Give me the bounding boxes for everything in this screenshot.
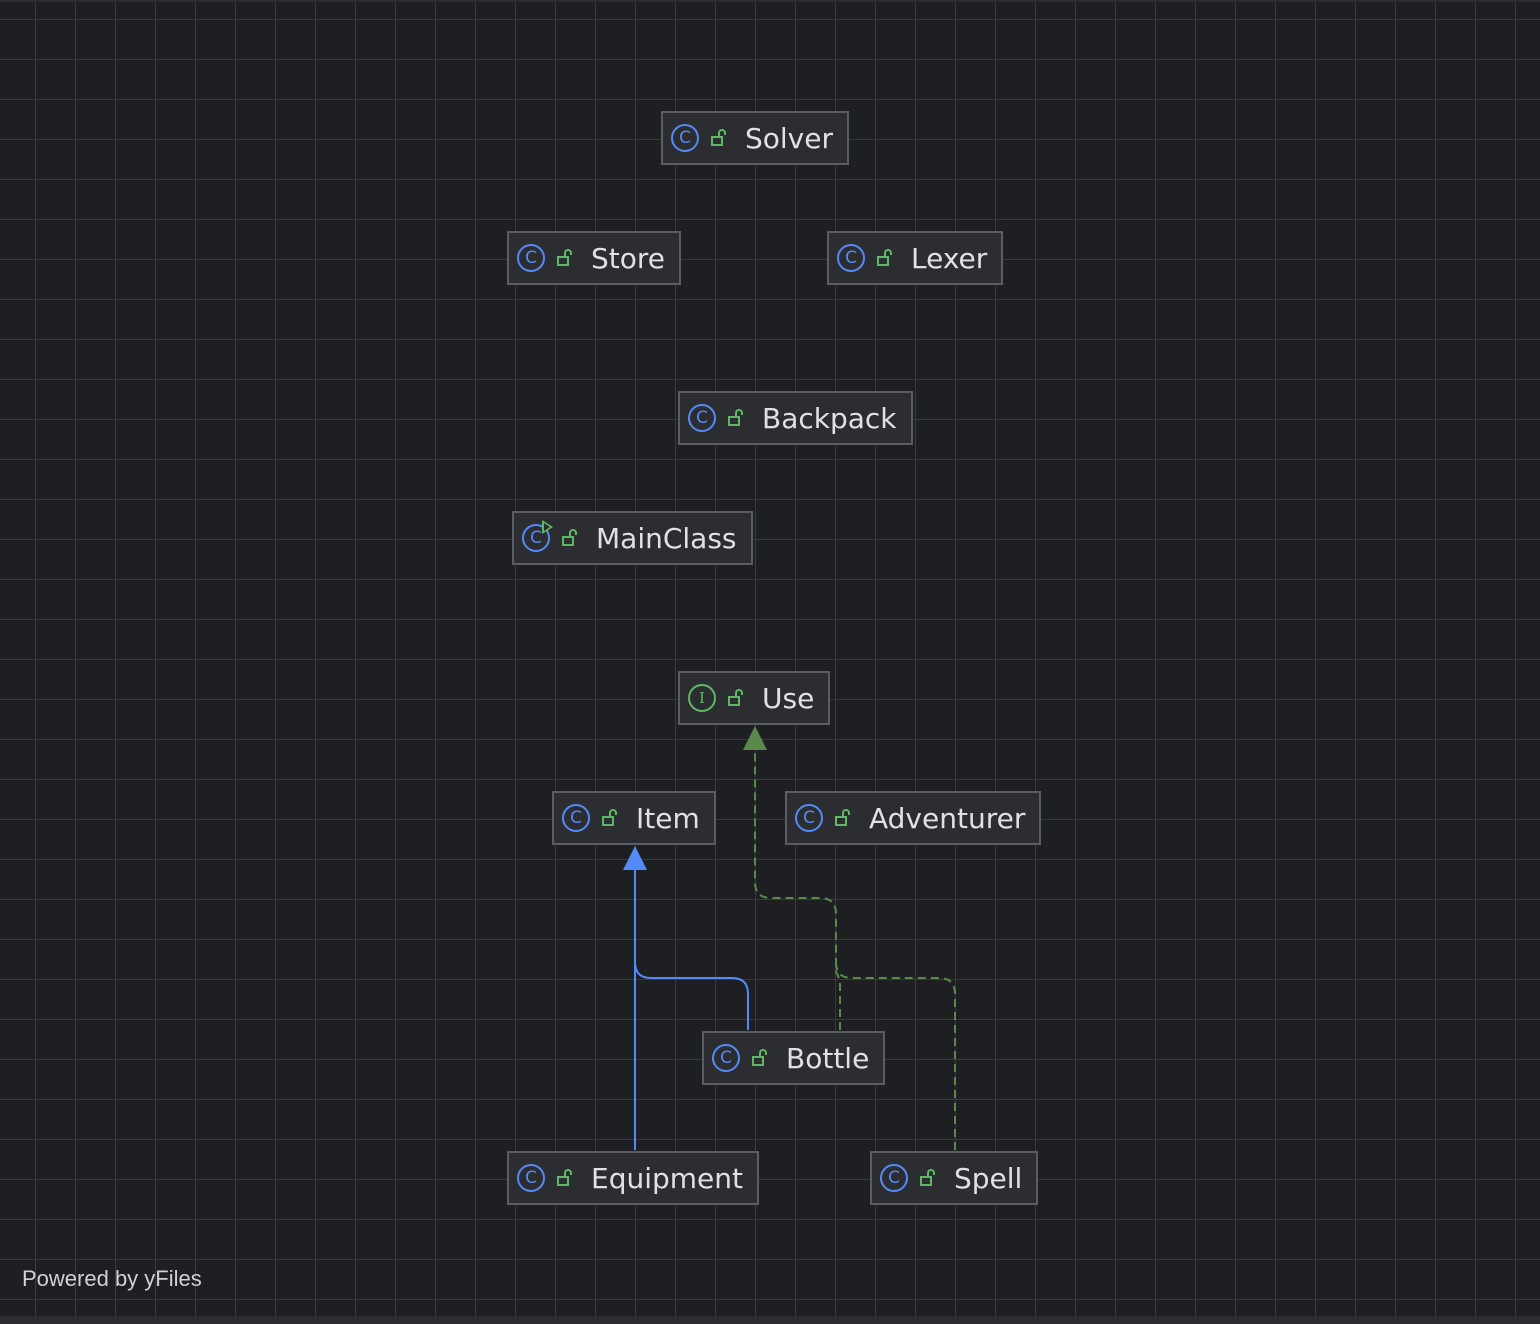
unlocked-icon	[877, 249, 892, 266]
node-backpack[interactable]: C Backpack	[678, 391, 913, 445]
unlocked-icon	[557, 249, 572, 266]
node-label: MainClass	[596, 521, 737, 555]
node-lexer[interactable]: C Lexer	[827, 231, 1004, 285]
node-label: Bottle	[786, 1041, 870, 1075]
node-mainclass[interactable]: C MainClass	[512, 511, 753, 565]
class-icon: C	[880, 1164, 908, 1192]
node-item[interactable]: C Item	[552, 791, 716, 845]
node-solver[interactable]: C Solver	[661, 111, 849, 165]
class-icon: C	[795, 804, 823, 832]
node-label: Store	[591, 241, 666, 275]
unlocked-icon	[728, 689, 743, 706]
unlocked-icon	[920, 1169, 935, 1186]
run-icon	[542, 520, 553, 534]
node-label: Equipment	[591, 1161, 743, 1195]
class-icon: C	[712, 1044, 740, 1072]
unlocked-icon	[557, 1169, 572, 1186]
unlocked-icon	[728, 409, 743, 426]
class-icon: C	[688, 404, 716, 432]
node-label: Lexer	[911, 241, 988, 275]
node-bottle[interactable]: C Bottle	[702, 1031, 886, 1085]
node-label: Adventurer	[869, 801, 1026, 835]
interface-icon: I	[688, 684, 716, 712]
unlocked-icon	[602, 809, 617, 826]
node-label: Use	[762, 681, 815, 715]
unlocked-icon	[562, 529, 577, 546]
class-icon: C	[562, 804, 590, 832]
node-spell[interactable]: C Spell	[870, 1151, 1039, 1205]
class-icon: C	[671, 124, 699, 152]
node-label: Spell	[954, 1161, 1023, 1195]
unlocked-icon	[752, 1049, 767, 1066]
class-icon: C	[517, 244, 545, 272]
class-icon: C	[517, 1164, 545, 1192]
powered-by-label: Powered by yFiles	[22, 1266, 202, 1291]
unlocked-icon	[835, 809, 850, 826]
node-store[interactable]: C Store	[507, 231, 682, 285]
class-icon: C	[837, 244, 865, 272]
node-equipment[interactable]: C Equipment	[507, 1151, 759, 1205]
bottom-strip	[0, 1316, 1540, 1324]
node-label: Backpack	[762, 401, 897, 435]
runnable-class-icon: C	[522, 520, 553, 552]
node-adventurer[interactable]: C Adventurer	[785, 791, 1042, 845]
unlocked-icon	[711, 129, 726, 146]
diagram-canvas[interactable]	[0, 0, 1540, 1318]
node-use[interactable]: I Use	[678, 671, 831, 725]
node-label: Item	[636, 801, 700, 835]
node-label: Solver	[745, 121, 833, 155]
